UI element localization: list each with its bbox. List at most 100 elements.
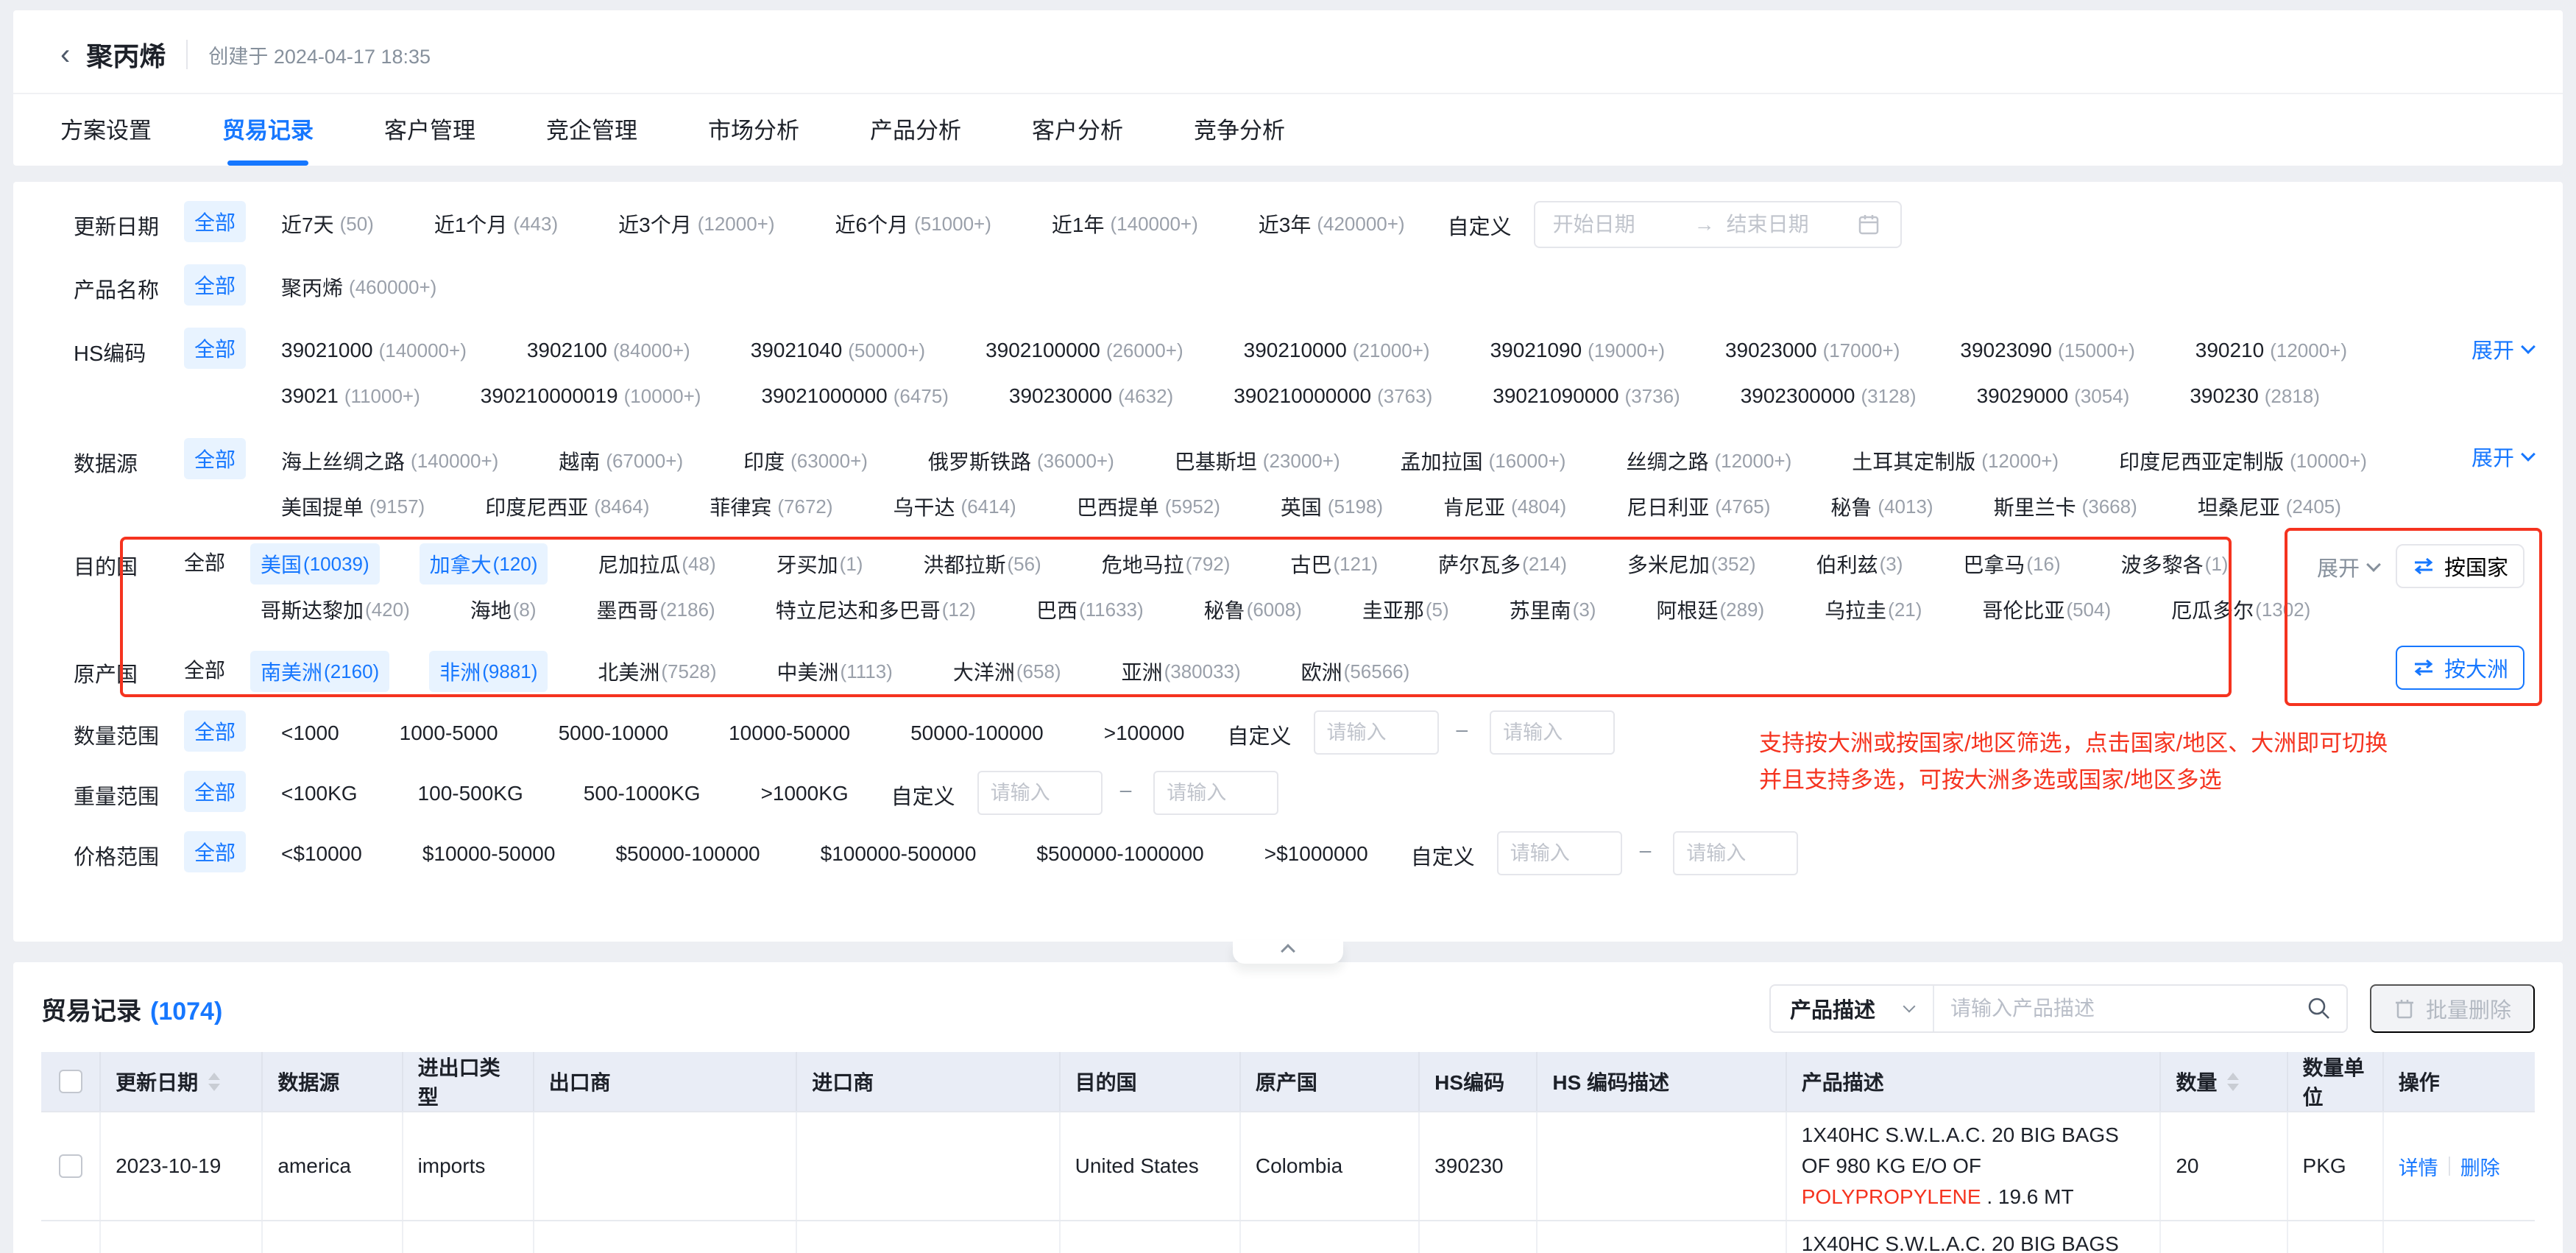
filter-option[interactable]: 390210000(21000+) (1234, 333, 1440, 368)
filter-option[interactable]: 菲律宾(7672) (699, 486, 843, 527)
filter-option[interactable]: 39021000(140000+) (271, 333, 477, 368)
tab-customer-management[interactable]: 客户管理 (384, 94, 475, 166)
filter-option[interactable]: >$1000000 (1254, 836, 1379, 872)
filter-option[interactable]: 近1个月(443) (424, 203, 568, 244)
filter-option[interactable]: 大洋洲(658) (943, 651, 1072, 692)
filter-option[interactable]: $50000-100000 (605, 836, 770, 872)
filter-option[interactable]: 斯里兰卡(3668) (1984, 486, 2148, 527)
filter-option[interactable]: <1000 (271, 716, 350, 751)
filter-option[interactable]: 尼日利亚(4765) (1616, 486, 1780, 527)
filter-all-chip[interactable]: 全部 (184, 710, 246, 752)
filter-option[interactable]: 39021090000(3736) (1482, 378, 1690, 414)
expand-toggle-data-source[interactable]: 展开 (2471, 441, 2533, 472)
filter-all-option[interactable]: 全部 (184, 649, 225, 690)
filter-option[interactable]: 巴西(11633) (1026, 589, 1154, 630)
filter-all-chip[interactable]: 全部 (184, 264, 246, 306)
tab-market-analysis[interactable]: 市场分析 (708, 94, 799, 166)
collapse-filters-button[interactable] (1233, 940, 1343, 964)
filter-option[interactable]: 390210000000(3763) (1223, 378, 1443, 414)
search-input[interactable] (1949, 996, 2307, 1021)
filter-option[interactable]: 390230(2818) (2179, 378, 2330, 414)
filter-option[interactable]: 印度(63000+) (733, 440, 878, 481)
filter-option[interactable]: $10000-50000 (412, 836, 566, 872)
filter-option[interactable]: 坦桑尼亚(2405) (2187, 486, 2352, 527)
sort-icons[interactable] (2227, 1073, 2239, 1091)
filter-option[interactable]: 孟加拉国(16000+) (1390, 440, 1577, 481)
filter-option[interactable]: 39021(11000+) (271, 378, 431, 414)
filter-option[interactable]: 土耳其定制版(12000+) (1841, 440, 2069, 481)
filter-option[interactable]: 巴基斯坦(23000+) (1164, 440, 1351, 481)
price-min-input[interactable] (1497, 831, 1622, 875)
filter-option[interactable]: 墨西哥(2186) (587, 589, 726, 630)
filter-option[interactable]: 秘鲁(6008) (1194, 589, 1312, 630)
filter-option[interactable]: 丝绸之路(12000+) (1616, 440, 1802, 481)
filter-option[interactable]: 近1年(140000+) (1041, 203, 1209, 244)
filter-option[interactable]: >100000 (1094, 716, 1195, 751)
filter-option[interactable]: 越南(67000+) (548, 440, 693, 481)
filter-option[interactable]: 39029000(3054) (1967, 378, 2140, 414)
bulk-delete-button[interactable]: 批量删除 (2370, 984, 2535, 1033)
filter-option[interactable]: 多米尼加(352) (1617, 543, 1766, 585)
filter-option[interactable]: 中美洲(1113) (767, 651, 903, 692)
custom-range-option[interactable]: 自定义 (1228, 710, 1292, 750)
filter-option[interactable]: 39021040(50000+) (740, 333, 935, 368)
filter-option[interactable]: 巴西提单(5952) (1066, 486, 1231, 527)
filter-option[interactable]: 乌拉圭(21) (1814, 589, 1932, 630)
filter-option[interactable]: 乌干达(6414) (883, 486, 1027, 527)
filter-option[interactable]: 近3个月(12000+) (608, 203, 785, 244)
filter-option[interactable]: 聚丙烯(460000+) (271, 267, 447, 308)
filter-option[interactable]: 英国(5198) (1270, 486, 1393, 527)
weight-max-input[interactable] (1153, 771, 1278, 815)
filter-option[interactable]: 印度尼西亚定制版(10000+) (2109, 440, 2377, 481)
custom-date-option[interactable]: 自定义 (1448, 201, 1512, 241)
filter-option[interactable]: 1000-5000 (389, 716, 509, 751)
filter-all-chip[interactable]: 全部 (184, 438, 246, 479)
filter-option[interactable]: 3902300000(3128) (1730, 378, 1927, 414)
filter-option[interactable]: 美国提单(9157) (271, 486, 435, 527)
tab-competitor-management[interactable]: 竞企管理 (546, 94, 637, 166)
switch-by-country-button[interactable]: 按国家 (2396, 544, 2524, 588)
search-icon[interactable] (2307, 996, 2332, 1021)
row-checkbox[interactable] (59, 1154, 82, 1178)
filter-option[interactable]: 尼加拉瓜(48) (587, 543, 726, 585)
filter-option[interactable]: 秘鲁(4013) (1820, 486, 1943, 527)
filter-option[interactable]: $100000-500000 (810, 836, 987, 872)
filter-option[interactable]: >1000KG (751, 776, 859, 811)
filter-option[interactable]: 哥伦比亚(504) (1972, 589, 2121, 630)
sort-asc-icon[interactable] (2227, 1073, 2239, 1080)
filter-option-selected[interactable]: 非洲(9881) (429, 651, 548, 692)
sort-icons[interactable] (208, 1073, 220, 1091)
filter-option[interactable]: 39023000(17000+) (1715, 333, 1910, 368)
filter-option[interactable]: 100-500KG (408, 776, 534, 811)
filter-option[interactable]: 390230000(4632) (999, 378, 1183, 414)
weight-min-input[interactable] (977, 771, 1103, 815)
filter-option[interactable]: 波多黎各(1) (2111, 543, 2239, 585)
filter-option[interactable]: 近3年(420000+) (1248, 203, 1415, 244)
sort-desc-icon[interactable] (2227, 1084, 2239, 1091)
filter-option[interactable]: 欧洲(56566) (1291, 651, 1420, 692)
filter-option[interactable]: 500-1000KG (573, 776, 711, 811)
filter-option[interactable]: 危地马拉(792) (1091, 543, 1241, 585)
filter-all-chip[interactable]: 全部 (184, 771, 246, 812)
end-date-input[interactable] (1725, 212, 1858, 237)
back-icon[interactable]: ‹ (60, 40, 70, 69)
filter-option[interactable]: 俄罗斯铁路(36000+) (918, 440, 1125, 481)
filter-option[interactable]: 海上丝绸之路(140000+) (271, 440, 509, 481)
filter-option[interactable]: 5000-10000 (548, 716, 679, 751)
filter-option-selected[interactable]: 南美洲(2160) (250, 651, 389, 692)
tab-trade-records[interactable]: 贸易记录 (222, 94, 314, 166)
filter-option[interactable]: 特立尼达和多巴哥(12) (765, 589, 986, 630)
filter-option[interactable]: 圭亚那(5) (1352, 589, 1459, 630)
filter-option[interactable]: 39021000000(6475) (751, 378, 958, 414)
custom-range-option[interactable]: 自定义 (1411, 831, 1475, 871)
filter-all-option[interactable]: 全部 (184, 541, 225, 582)
date-range-picker[interactable]: → (1534, 201, 1902, 248)
switch-by-continent-button[interactable]: 按大洲 (2396, 646, 2524, 690)
quantity-min-input[interactable] (1314, 710, 1439, 755)
detail-link[interactable]: 详情 (2399, 1152, 2438, 1181)
filter-option[interactable]: 390210000019(10000+) (470, 378, 712, 414)
filter-option[interactable]: 阿根廷(289) (1646, 589, 1774, 630)
filter-option[interactable]: 牙买加(1) (766, 543, 874, 585)
filter-option[interactable]: 洪都拉斯(56) (913, 543, 1051, 585)
filter-option[interactable]: 印度尼西亚(8464) (475, 486, 659, 527)
